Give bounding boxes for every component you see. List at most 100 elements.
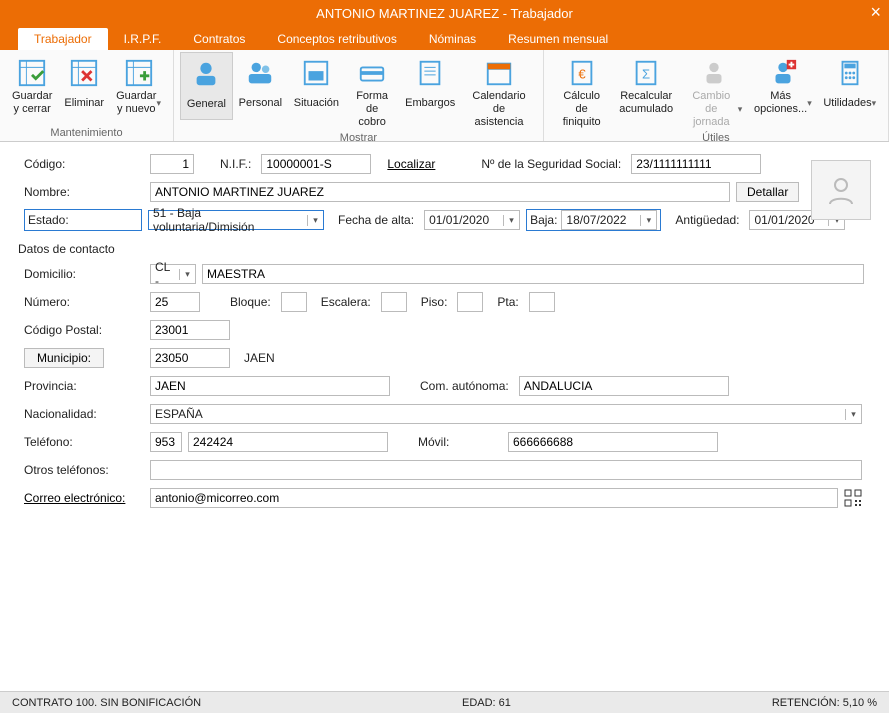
- domicilio-label: Domicilio:: [24, 267, 144, 281]
- nombre-input[interactable]: [150, 182, 730, 202]
- nss-label: Nº de la Seguridad Social:: [481, 157, 621, 171]
- group-label-utiles: Útiles: [550, 131, 882, 146]
- save-new-button[interactable]: Guardar y nuevo: [110, 52, 167, 118]
- pta-input[interactable]: [529, 292, 555, 312]
- escalera-input[interactable]: [381, 292, 407, 312]
- pta-label: Pta:: [497, 295, 518, 309]
- save-close-icon: [14, 56, 50, 90]
- window-titlebar: ANTONIO MARTINEZ JUAREZ - Trabajador ×: [0, 0, 889, 26]
- avatar[interactable]: [811, 160, 871, 220]
- chevron-down-icon[interactable]: ▾: [845, 409, 861, 420]
- general-icon: [188, 57, 224, 91]
- forma-cobro-icon: [354, 56, 390, 90]
- nacionalidad-select[interactable]: ESPAÑA▾: [150, 404, 862, 424]
- ribbon-group-utiles: € Cálculo de finiquito Σ Recalcular acum…: [544, 50, 889, 141]
- com-autonoma-label: Com. autónoma:: [420, 379, 509, 393]
- baja-box: Baja: 18/07/2022▾: [526, 209, 661, 231]
- status-contrato: CONTRATO 100. SIN BONIFICACIÓN: [12, 697, 201, 709]
- detallar-button[interactable]: Detallar: [736, 182, 799, 202]
- correo-label[interactable]: Correo electrónico:: [24, 491, 144, 505]
- save-new-icon: [121, 56, 157, 90]
- chevron-down-icon[interactable]: ▾: [179, 269, 195, 280]
- movil-input[interactable]: [508, 432, 718, 452]
- domicilio-tipo-select[interactable]: CL -▾: [150, 264, 196, 284]
- save-close-button[interactable]: Guardar y cerrar: [6, 52, 58, 118]
- bloque-label: Bloque:: [230, 295, 271, 309]
- close-icon[interactable]: ×: [870, 2, 881, 23]
- recalcular-button[interactable]: Σ Recalcular acumulado: [613, 52, 678, 118]
- chevron-down-icon[interactable]: ▾: [640, 215, 656, 226]
- codigo-input[interactable]: [150, 154, 194, 174]
- numero-input[interactable]: [150, 292, 200, 312]
- svg-text:Σ: Σ: [642, 67, 650, 82]
- tab-contratos[interactable]: Contratos: [177, 28, 261, 50]
- telefono-label: Teléfono:: [24, 435, 144, 449]
- avatar-icon: [825, 174, 857, 206]
- embargos-button[interactable]: Embargos: [399, 52, 461, 118]
- bloque-input[interactable]: [281, 292, 307, 312]
- codigo-label: Código:: [24, 157, 144, 171]
- cambio-jornada-button[interactable]: Cambio de jornada: [679, 52, 748, 131]
- situacion-button[interactable]: Situación: [288, 52, 345, 118]
- com-autonoma-input[interactable]: [519, 376, 729, 396]
- chevron-down-icon[interactable]: ▾: [307, 215, 323, 226]
- estado-label: Estado:: [24, 209, 142, 231]
- ribbon-group-mantenimiento: Guardar y cerrar Eliminar Guardar y nuev…: [0, 50, 174, 141]
- calculo-finiquito-button[interactable]: € Cálculo de finiquito: [550, 52, 614, 131]
- piso-input[interactable]: [457, 292, 483, 312]
- group-label-mantenimiento: Mantenimiento: [6, 126, 167, 141]
- municipio-nombre: JAEN: [244, 351, 275, 365]
- baja-input[interactable]: 18/07/2022▾: [561, 210, 657, 230]
- forma-cobro-button[interactable]: Forma de cobro: [345, 52, 400, 131]
- utilidades-button[interactable]: Utilidades: [818, 52, 882, 118]
- group-label-mostrar: Mostrar: [180, 131, 537, 146]
- mas-opciones-button[interactable]: Más opciones...: [748, 52, 817, 118]
- piso-label: Piso:: [421, 295, 448, 309]
- tab-resumen[interactable]: Resumen mensual: [492, 28, 624, 50]
- chevron-down-icon[interactable]: ▾: [503, 215, 519, 226]
- provincia-label: Provincia:: [24, 379, 144, 393]
- calendar-icon: [481, 56, 517, 90]
- nombre-label: Nombre:: [24, 185, 144, 199]
- nif-input[interactable]: [261, 154, 371, 174]
- calendario-button[interactable]: Calendario de asistencia: [461, 52, 537, 131]
- delete-button[interactable]: Eliminar: [58, 52, 110, 118]
- numero-label: Número:: [24, 295, 144, 309]
- localizar-link[interactable]: Localizar: [387, 157, 435, 171]
- status-bar: CONTRATO 100. SIN BONIFICACIÓN EDAD: 61 …: [0, 691, 889, 713]
- domicilio-calle-input[interactable]: [202, 264, 864, 284]
- status-retencion: RETENCIÓN: 5,10 %: [772, 697, 877, 709]
- tab-trabajador[interactable]: Trabajador: [18, 28, 108, 50]
- tab-nominas[interactable]: Nóminas: [413, 28, 492, 50]
- delete-icon: [66, 56, 102, 90]
- personal-button[interactable]: Personal: [233, 52, 288, 118]
- telefono-input[interactable]: [188, 432, 388, 452]
- cp-input[interactable]: [150, 320, 230, 340]
- estado-select[interactable]: 51 - Baja voluntaria/Dimisión ▾: [148, 210, 324, 230]
- general-button[interactable]: General: [180, 52, 233, 120]
- nss-input[interactable]: [631, 154, 761, 174]
- otros-telefonos-label: Otros teléfonos:: [24, 463, 144, 477]
- ribbon-group-mostrar: General Personal Situación Forma de cobr…: [174, 50, 544, 141]
- tab-conceptos[interactable]: Conceptos retributivos: [261, 28, 412, 50]
- correo-input[interactable]: [150, 488, 838, 508]
- telefono-prefijo-input[interactable]: [150, 432, 182, 452]
- status-edad: EDAD: 61: [462, 697, 511, 709]
- calculo-finiquito-icon: €: [564, 56, 600, 90]
- fecha-alta-input[interactable]: 01/01/2020▾: [424, 210, 520, 230]
- municipio-cod-input[interactable]: [150, 348, 230, 368]
- fecha-alta-label: Fecha de alta:: [338, 213, 414, 227]
- embargos-icon: [412, 56, 448, 90]
- tab-irpf[interactable]: I.R.P.F.: [108, 28, 178, 50]
- provincia-input[interactable]: [150, 376, 390, 396]
- qr-icon[interactable]: [844, 489, 862, 507]
- svg-text:€: €: [578, 67, 586, 82]
- recalcular-icon: Σ: [628, 56, 664, 90]
- window-title: ANTONIO MARTINEZ JUAREZ - Trabajador: [316, 6, 573, 21]
- calculator-icon: [832, 56, 868, 90]
- municipio-button[interactable]: Municipio:: [24, 348, 104, 368]
- otros-telefonos-input[interactable]: [150, 460, 862, 480]
- section-datos-contacto: Datos de contacto: [18, 242, 865, 256]
- tab-strip: Trabajador I.R.P.F. Contratos Conceptos …: [0, 26, 889, 50]
- cp-label: Código Postal:: [24, 323, 144, 337]
